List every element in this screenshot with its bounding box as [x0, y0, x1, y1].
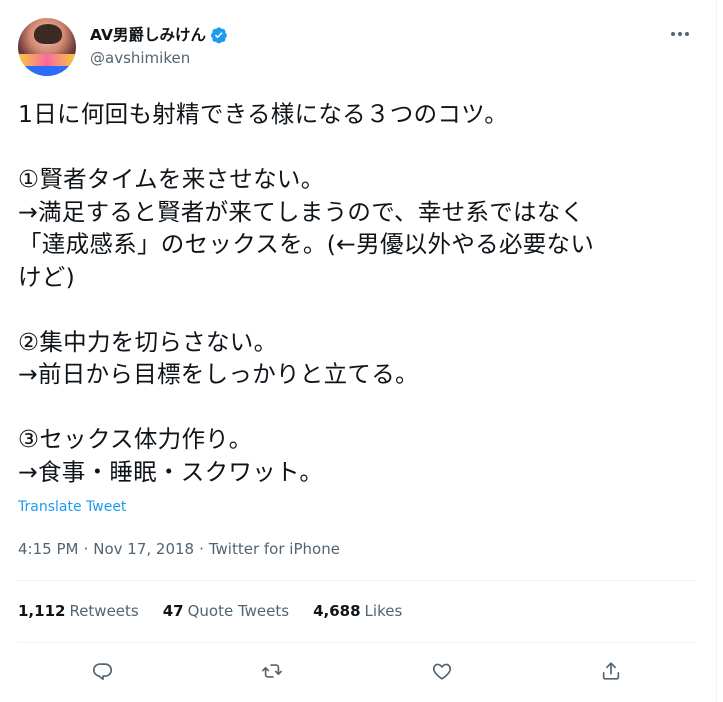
more-dot	[678, 32, 682, 36]
like-icon	[432, 663, 451, 680]
verified-badge-icon	[210, 27, 227, 44]
tweet-source[interactable]: Twitter for iPhone	[209, 540, 340, 558]
tweet-card: AV男爵しみけん @avshimiken 1日に何回も射精できる様になる３つのコ…	[0, 0, 717, 702]
more-options-icon[interactable]	[666, 24, 694, 44]
tweet-date[interactable]: Nov 17, 2018	[93, 540, 194, 558]
avatar-hair	[34, 24, 62, 44]
share-icon	[603, 662, 620, 680]
likes-label: Likes	[364, 602, 403, 620]
reply-icon	[92, 663, 112, 681]
meta-separator: ·	[83, 540, 89, 558]
retweets-label: Retweets	[69, 602, 139, 620]
divider	[18, 580, 696, 581]
user-handle[interactable]: @avshimiken	[90, 49, 228, 67]
avatar[interactable]	[18, 18, 76, 76]
retweet-button[interactable]	[256, 655, 288, 687]
like-button[interactable]	[426, 655, 458, 687]
tweet-time[interactable]: 4:15 PM	[18, 540, 78, 558]
tweet-stats: 1,112 Retweets 47 Quote Tweets 4,688 Likes	[18, 600, 402, 622]
more-dot	[671, 32, 675, 36]
display-name-row[interactable]: AV男爵しみけん	[90, 25, 228, 45]
likes-stat[interactable]: 4,688 Likes	[313, 600, 402, 622]
quote-label: Quote Tweets	[187, 602, 290, 620]
retweet-icon	[262, 664, 283, 678]
quote-tweets-stat[interactable]: 47 Quote Tweets	[163, 600, 289, 622]
tweet-meta: 4:15 PM · Nov 17, 2018 · Twitter for iPhone	[18, 539, 340, 559]
translate-tweet-link[interactable]: Translate Tweet	[18, 499, 126, 515]
name-block: AV男爵しみけん @avshimiken	[90, 25, 228, 67]
avatar-caption-band	[18, 54, 76, 66]
divider	[18, 642, 696, 643]
meta-separator: ·	[199, 540, 204, 558]
tweet-header: AV男爵しみけん @avshimiken	[18, 18, 698, 78]
reply-button[interactable]	[87, 655, 119, 687]
display-name[interactable]: AV男爵しみけん	[90, 25, 206, 45]
retweets-stat[interactable]: 1,112 Retweets	[18, 600, 139, 622]
tweet-text: 1日に何回も射精できる様になる３つのコツ。 ①賢者タイムを来させない。 →満足す…	[18, 100, 595, 486]
retweets-count: 1,112	[18, 602, 66, 620]
quote-count: 47	[162, 602, 184, 620]
avatar-caption-band-blue	[18, 66, 76, 76]
tweet-actions	[18, 655, 696, 687]
share-button[interactable]	[595, 655, 627, 687]
more-dot	[685, 32, 689, 36]
likes-count: 4,688	[313, 602, 361, 620]
